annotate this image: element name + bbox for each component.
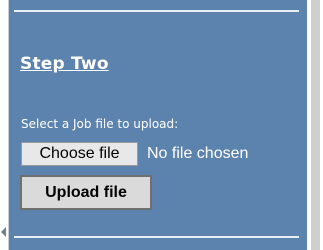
scrollbar-thumb[interactable] [311, 0, 320, 250]
left-margin [0, 0, 8, 250]
choose-file-button[interactable]: Choose file [21, 142, 138, 166]
upload-page: Step Two Select a Job file to upload: Ch… [0, 0, 323, 250]
file-status-text: No file chosen [147, 145, 249, 162]
step-two-panel: Step Two Select a Job file to upload: Ch… [9, 0, 307, 250]
upload-file-button[interactable]: Upload file [20, 175, 152, 210]
upload-instruction-label: Select a Job file to upload: [21, 117, 179, 131]
file-input[interactable]: Choose file No file chosen [21, 142, 248, 166]
collapse-arrow-icon[interactable] [1, 227, 6, 237]
vertical-scrollbar[interactable] [307, 0, 323, 250]
panel-bottom-divider [14, 236, 299, 238]
panel-top-divider [14, 10, 299, 12]
step-title: Step Two [20, 54, 109, 74]
